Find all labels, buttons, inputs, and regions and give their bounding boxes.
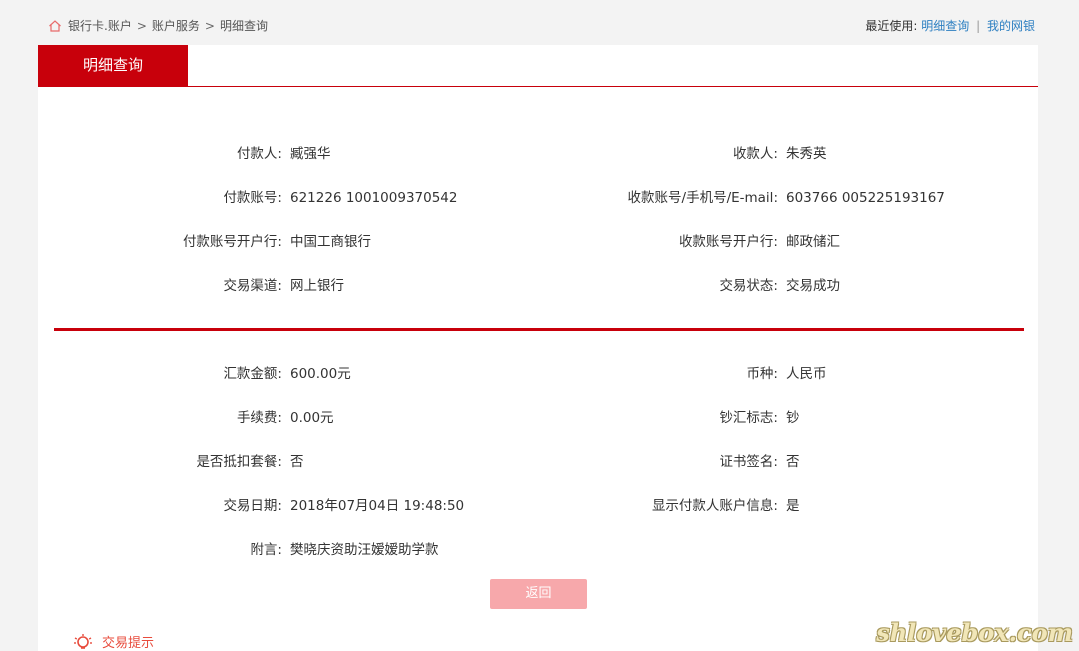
payer-value: 臧强华: [290, 146, 331, 162]
transaction-tip[interactable]: 交易提示: [72, 632, 154, 651]
payer-label: 付款人:: [236, 146, 282, 162]
show-payer-info-label: 显示付款人账户信息:: [651, 498, 778, 514]
fee-label: 手续费:: [236, 410, 282, 426]
status-value: 交易成功: [786, 278, 840, 294]
recent-link-detail-query[interactable]: 明细查询: [921, 19, 969, 33]
currency-label: 币种:: [746, 366, 778, 382]
date-value: 2018年07月04日 19:48:50: [290, 498, 465, 514]
lightbulb-icon: [74, 633, 92, 649]
currency-value: 人民币: [786, 366, 827, 382]
back-button[interactable]: 返回: [490, 579, 587, 609]
cert-sign-label: 证书签名:: [719, 454, 778, 470]
payee-account-value: 603766 005225193167: [786, 190, 945, 206]
breadcrumb-item-cards[interactable]: 银行卡.账户: [68, 17, 132, 34]
cash-flag-value: 钞: [786, 410, 800, 426]
section-divider: [54, 328, 1024, 331]
cash-flag-label: 钞汇标志:: [719, 410, 778, 426]
channel-value: 网上银行: [290, 278, 344, 294]
package-deduct-label: 是否抵扣套餐:: [196, 454, 282, 470]
payer-bank-label: 付款账号开户行:: [182, 234, 282, 250]
status-label: 交易状态:: [719, 278, 778, 294]
recent-divider: |: [976, 19, 981, 33]
payee-value: 朱秀英: [786, 146, 827, 162]
watermark-logo: shlovebox.com: [876, 618, 1073, 647]
payer-account-label: 付款账号:: [223, 190, 282, 206]
recent-use: 最近使用: 明细查询 | 我的网银: [865, 17, 1035, 34]
tab-detail-query[interactable]: 明细查询: [38, 45, 188, 86]
breadcrumb-item-account-services[interactable]: 账户服务: [152, 17, 200, 34]
breadcrumb: 银行卡.账户 > 账户服务 > 明细查询: [48, 17, 268, 34]
home-icon[interactable]: [48, 19, 62, 33]
payee-bank-value: 邮政储汇: [786, 234, 840, 250]
fee-value: 0.00元: [290, 410, 334, 426]
amount-value: 600.00元: [290, 366, 351, 382]
channel-label: 交易渠道:: [223, 278, 282, 294]
payee-account-label: 收款账号/手机号/E-mail:: [627, 190, 778, 206]
breadcrumb-item-current: 明细查询: [219, 19, 268, 33]
date-label: 交易日期:: [223, 498, 282, 514]
tip-label: 交易提示: [102, 636, 155, 651]
payee-label: 收款人:: [732, 146, 778, 162]
package-deduct-value: 否: [290, 454, 304, 470]
cert-sign-value: 否: [786, 454, 800, 470]
memo-value: 樊晓庆资助汪嫒嫒助学款: [290, 542, 439, 558]
recent-label: 最近使用:: [865, 19, 918, 33]
payer-account-value: 621226 1001009370542: [290, 190, 458, 206]
payee-bank-label: 收款账号开户行:: [678, 234, 778, 250]
breadcrumb-separator: >: [204, 18, 215, 33]
show-payer-info-value: 是: [786, 498, 800, 514]
recent-link-my-ebank[interactable]: 我的网银: [987, 19, 1035, 33]
detail-panel: 明细查询 付款人: 臧强华 收款人: 朱秀英 付款账号: 621226 1001…: [38, 45, 1038, 651]
amount-label: 汇款金额:: [223, 366, 282, 382]
top-bar: 银行卡.账户 > 账户服务 > 明细查询 最近使用: 明细查询 | 我的网银: [0, 0, 1079, 45]
memo-label: 附言:: [250, 542, 282, 558]
tab-underline: [38, 86, 1038, 87]
payer-bank-value: 中国工商银行: [290, 234, 371, 250]
breadcrumb-separator: >: [136, 18, 147, 33]
